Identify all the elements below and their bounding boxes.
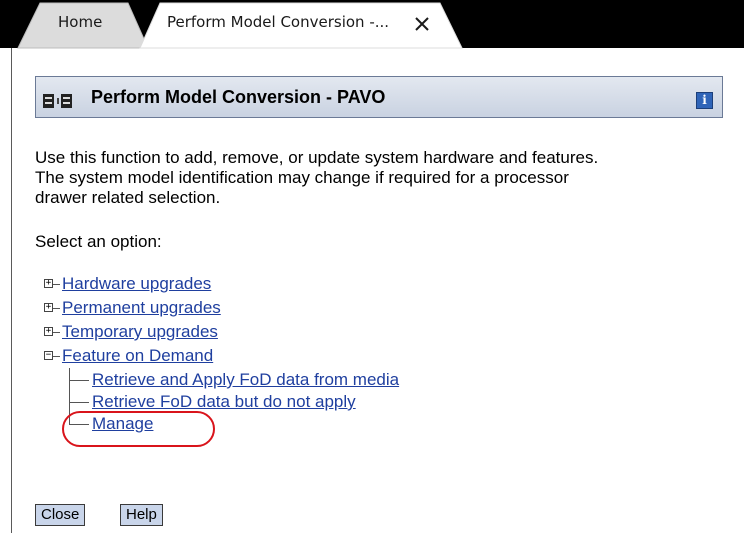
tree-connector <box>53 332 60 333</box>
dialog-title: Perform Model Conversion - PAVO <box>91 87 386 107</box>
retrieve-apply-fod-link[interactable]: Retrieve and Apply FoD data from media <box>92 370 399 390</box>
close-button[interactable]: Close <box>35 504 86 526</box>
description-line: Use this function to add, remove, or upd… <box>35 148 599 167</box>
tree-connector <box>69 402 89 403</box>
tree-connector <box>53 356 60 357</box>
help-button[interactable]: Help <box>120 504 163 526</box>
close-icon[interactable] <box>412 14 432 34</box>
retrieve-fod-no-apply-link[interactable]: Retrieve FoD data but do not apply <box>92 392 356 412</box>
server-icon <box>43 94 72 108</box>
dialog-description: Use this function to add, remove, or upd… <box>35 148 598 208</box>
expand-icon[interactable]: + <box>44 327 53 336</box>
tab-bar: Home Perform Model Conversion -... <box>0 0 744 49</box>
tab-perform-model-conversion[interactable]: Perform Model Conversion -... <box>167 13 389 31</box>
tree-connector <box>53 284 60 285</box>
collapse-icon[interactable]: − <box>44 351 53 360</box>
description-line: The system model identification may chan… <box>35 168 569 187</box>
select-option-label: Select an option: <box>35 232 162 251</box>
tab-home[interactable]: Home <box>58 13 102 31</box>
description-line: drawer related selection. <box>35 188 221 207</box>
hardware-upgrades-link[interactable]: Hardware upgrades <box>62 274 211 294</box>
dialog-title-bar: Perform Model Conversion - PAVO i <box>35 76 723 118</box>
temporary-upgrades-link[interactable]: Temporary upgrades <box>62 322 218 342</box>
tree-connector <box>53 308 60 309</box>
tree-connector <box>69 380 89 381</box>
manage-highlight-circle <box>62 411 215 447</box>
expand-icon[interactable]: + <box>44 279 53 288</box>
expand-icon[interactable]: + <box>44 303 53 312</box>
feature-on-demand-link[interactable]: Feature on Demand <box>62 346 213 366</box>
task-panel: Perform Model Conversion - PAVO i Use th… <box>11 48 744 533</box>
info-icon[interactable]: i <box>696 92 713 109</box>
permanent-upgrades-link[interactable]: Permanent upgrades <box>62 298 221 318</box>
